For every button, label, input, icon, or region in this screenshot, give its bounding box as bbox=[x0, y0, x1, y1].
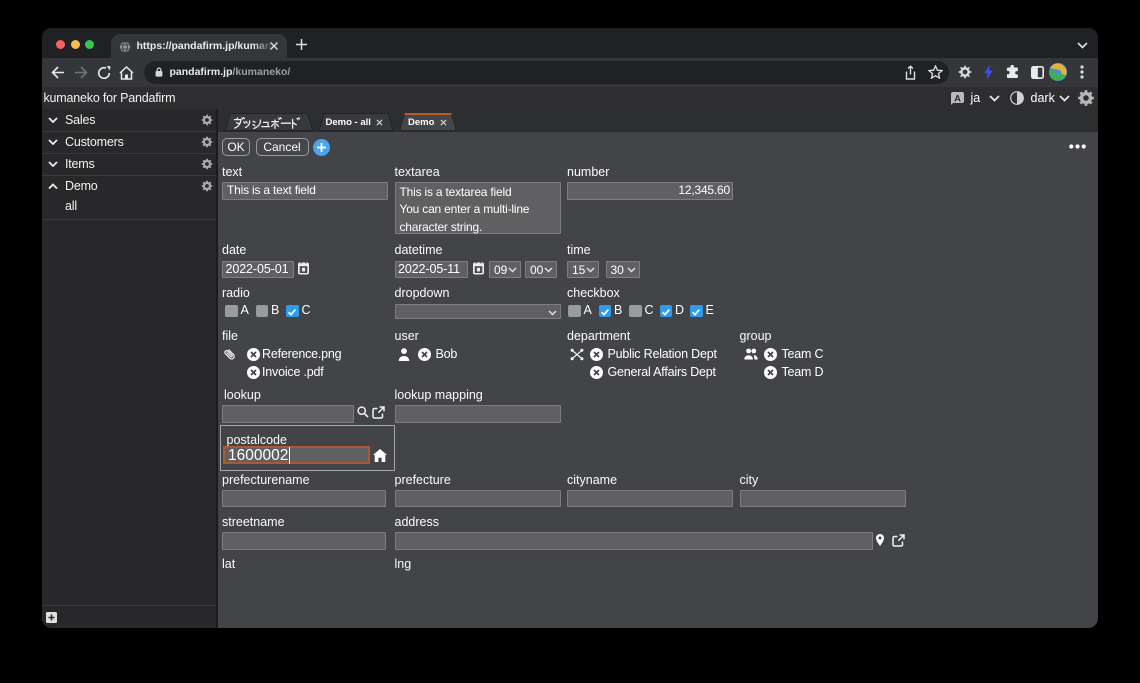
svg-text:A: A bbox=[954, 93, 961, 104]
